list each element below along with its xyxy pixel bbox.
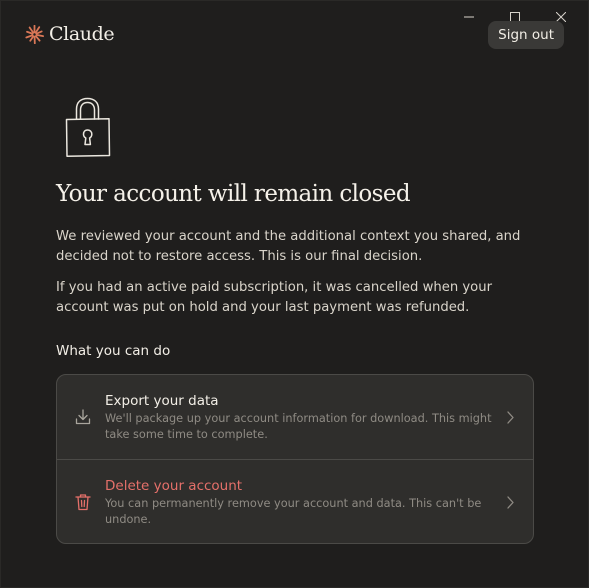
chevron-right-icon: [507, 496, 514, 509]
minimize-icon: [464, 16, 474, 18]
options-card: Export your data We'll package up your a…: [56, 374, 534, 544]
delete-account-description: You can permanently remove your account …: [105, 497, 482, 526]
export-data-description: We'll package up your account informatio…: [105, 412, 492, 441]
trash-icon: [75, 494, 91, 511]
section-label: What you can do: [56, 343, 171, 359]
claude-sunburst-icon: [25, 24, 44, 44]
export-data-title: Export your data: [105, 393, 219, 409]
subscription-message: If you had an active paid subscription, …: [56, 280, 493, 315]
decision-message: We reviewed your account and the additio…: [56, 229, 521, 264]
page-title: Your account will remain closed: [56, 181, 411, 207]
delete-account-option[interactable]: Delete your account You can permanently …: [57, 459, 533, 543]
app-window: Claude Sign out Your account will remain…: [0, 0, 589, 588]
chevron-right-icon: [507, 411, 514, 424]
brand-name: Claude: [49, 23, 115, 45]
lock-icon: [65, 97, 111, 157]
minimize-button[interactable]: [446, 7, 492, 27]
sign-out-button[interactable]: Sign out: [488, 21, 564, 49]
download-icon: [75, 409, 91, 425]
brand-logo: Claude: [25, 23, 115, 45]
delete-account-title: Delete your account: [105, 478, 243, 494]
export-data-option[interactable]: Export your data We'll package up your a…: [57, 375, 533, 459]
